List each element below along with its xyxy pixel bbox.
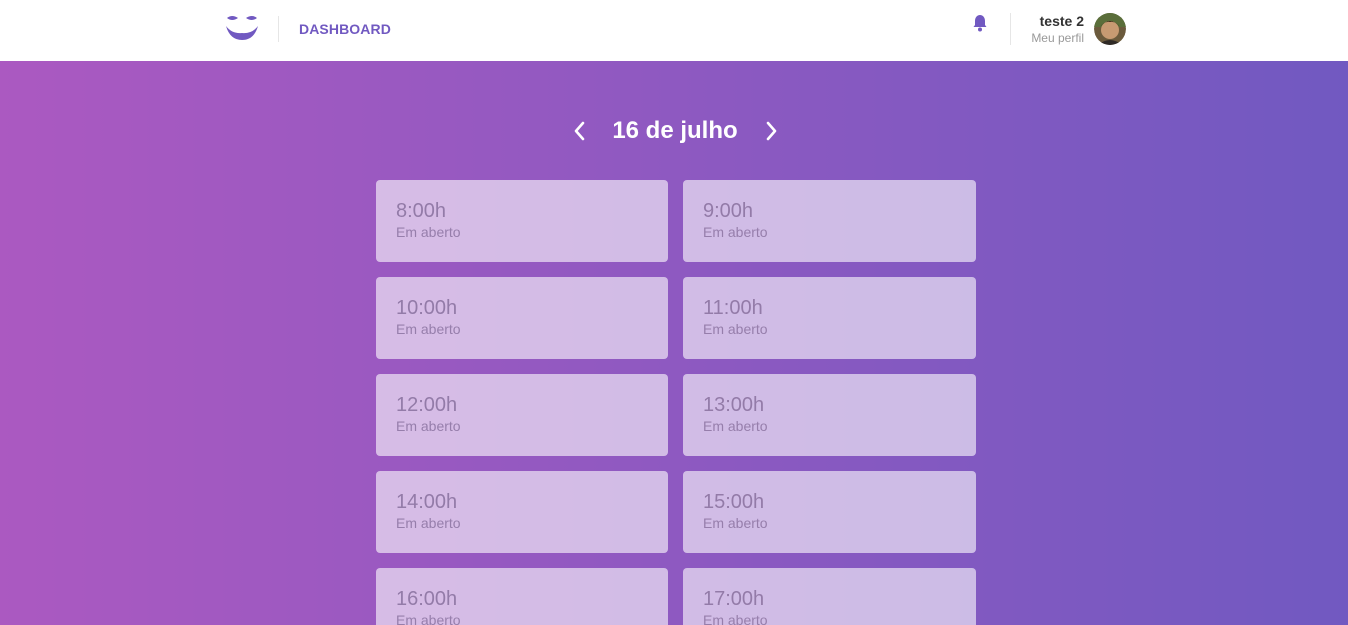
- slot-status: Em aberto: [396, 224, 461, 240]
- bell-icon[interactable]: [972, 14, 988, 32]
- time-slot[interactable]: 12:00h Em aberto: [376, 374, 668, 456]
- profile-info: teste 2 Meu perfil: [1031, 13, 1084, 45]
- mustache-logo-icon[interactable]: [224, 14, 260, 42]
- slot-time: 10:00h: [396, 297, 458, 319]
- slot-status: Em aberto: [396, 515, 461, 531]
- user-avatar[interactable]: [1094, 13, 1126, 45]
- slot-status: Em aberto: [703, 224, 768, 240]
- slot-status: Em aberto: [703, 612, 768, 625]
- time-slot[interactable]: 16:00h Em aberto: [376, 568, 668, 625]
- slot-time: 11:00h: [703, 297, 763, 319]
- dashboard-link[interactable]: DASHBOARD: [299, 21, 391, 37]
- slot-status: Em aberto: [703, 321, 768, 337]
- time-slot[interactable]: 9:00h Em aberto: [683, 180, 976, 262]
- slot-status: Em aberto: [703, 418, 768, 434]
- slot-time: 17:00h: [703, 588, 765, 610]
- header-divider: [278, 16, 279, 42]
- slot-time: 15:00h: [703, 491, 765, 513]
- slot-status: Em aberto: [396, 612, 461, 625]
- slot-time: 9:00h: [703, 200, 754, 222]
- time-slot[interactable]: 15:00h Em aberto: [683, 471, 976, 553]
- profile-link[interactable]: Meu perfil: [1031, 31, 1084, 45]
- schedule-area: 16 de julho 8:00h Em aberto 9:00h Em abe…: [0, 61, 1348, 625]
- time-slot-grid: 8:00h Em aberto 9:00h Em aberto 10:00h E…: [376, 180, 976, 625]
- slot-time: 12:00h: [396, 394, 458, 416]
- current-date: 16 de julho: [612, 117, 738, 144]
- slot-time: 14:00h: [396, 491, 458, 513]
- slot-status: Em aberto: [396, 321, 461, 337]
- time-slot[interactable]: 14:00h Em aberto: [376, 471, 668, 553]
- chevron-left-icon[interactable]: [571, 120, 589, 142]
- slot-time: 16:00h: [396, 588, 458, 610]
- time-slot[interactable]: 8:00h Em aberto: [376, 180, 668, 262]
- slot-status: Em aberto: [396, 418, 461, 434]
- top-navbar: DASHBOARD teste 2 Meu perfil: [0, 0, 1348, 61]
- slot-status: Em aberto: [703, 515, 768, 531]
- chevron-right-icon[interactable]: [762, 120, 780, 142]
- slot-time: 13:00h: [703, 394, 765, 416]
- user-name: teste 2: [1039, 13, 1084, 29]
- date-navigator: 16 de julho: [0, 113, 1348, 149]
- slot-time: 8:00h: [396, 200, 447, 222]
- time-slot[interactable]: 17:00h Em aberto: [683, 568, 976, 625]
- header-divider-right: [1010, 13, 1011, 45]
- time-slot[interactable]: 10:00h Em aberto: [376, 277, 668, 359]
- time-slot[interactable]: 11:00h Em aberto: [683, 277, 976, 359]
- time-slot[interactable]: 13:00h Em aberto: [683, 374, 976, 456]
